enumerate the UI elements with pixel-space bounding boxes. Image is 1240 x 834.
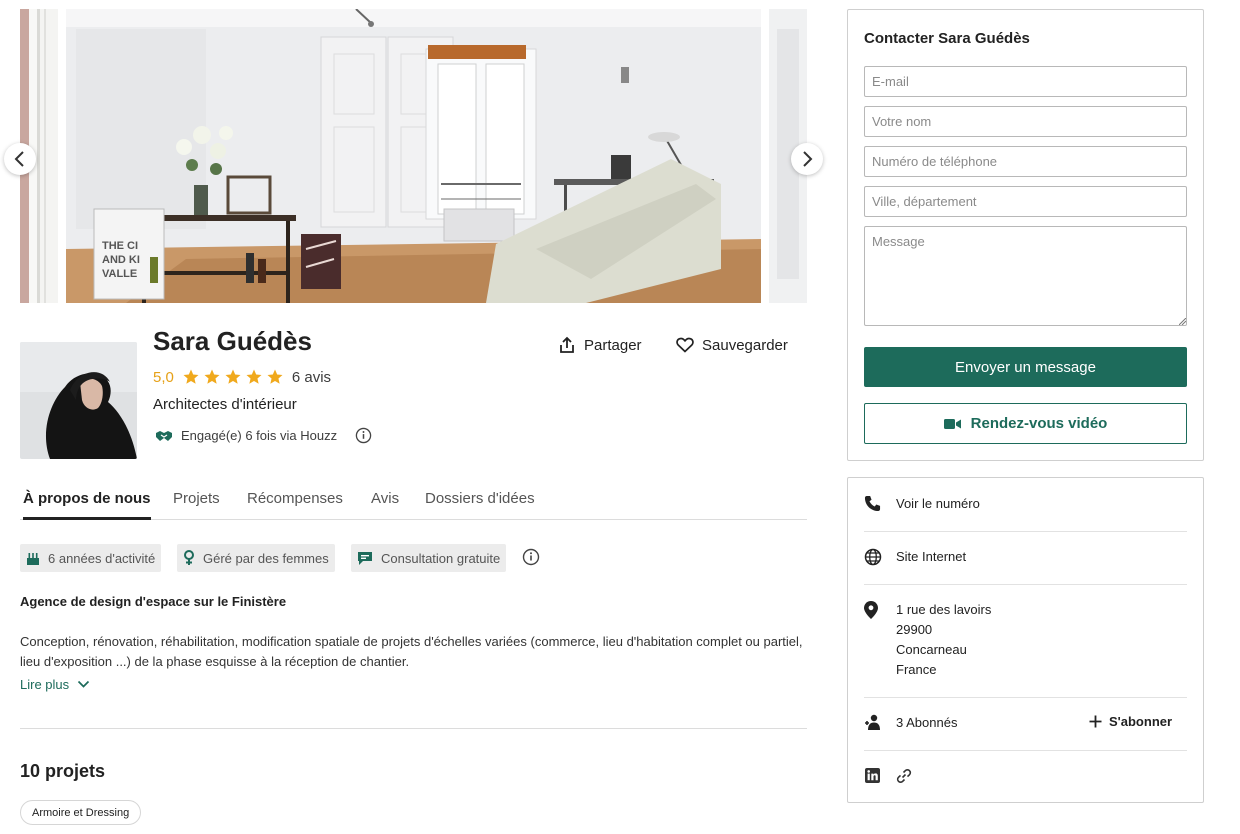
contact-form-card: Contacter Sara Guédès Envoyer un message…: [847, 9, 1204, 461]
star-icon: [204, 369, 220, 384]
heart-icon: [676, 337, 694, 353]
about-text: Conception, rénovation, réhabilitation, …: [20, 634, 803, 669]
chat-icon: [358, 551, 372, 565]
badge-label: Consultation gratuite: [381, 550, 501, 566]
divider: [864, 584, 1187, 585]
gallery-photo-main[interactable]: THE CI AND KI VALLE: [66, 9, 761, 303]
address-postcode: 29900: [896, 622, 933, 637]
tab-projects[interactable]: Projets: [173, 486, 220, 520]
gallery-prev-button[interactable]: [4, 143, 36, 175]
badge-women-owned: Géré par des femmes: [177, 544, 335, 572]
follow-button[interactable]: S'abonner: [1089, 714, 1172, 729]
video-appointment-label: Rendez-vous vidéo: [970, 415, 1108, 432]
read-more-link[interactable]: Lire plus: [20, 677, 90, 692]
phone-link[interactable]: Voir le numéro: [896, 494, 980, 514]
email-field[interactable]: [864, 66, 1187, 97]
pro-name: Sara Guédès: [153, 326, 312, 356]
projects-title: 10 projets: [20, 761, 106, 781]
handshake-icon: [156, 430, 172, 441]
linkedin-icon[interactable]: [865, 768, 880, 783]
video-appointment-button[interactable]: Rendez-vous vidéo: [864, 403, 1187, 444]
tab-reviews[interactable]: Avis: [371, 486, 399, 520]
video-camera-icon: [943, 418, 961, 429]
info-icon[interactable]: [522, 548, 540, 566]
address-country: France: [896, 662, 937, 677]
gallery-next-button[interactable]: [791, 143, 823, 175]
name-field[interactable]: [864, 106, 1187, 137]
rating-row[interactable]: 5,0 6 avis: [153, 366, 331, 388]
section-divider: [20, 728, 807, 729]
svg-text:THE CI: THE CI: [102, 240, 138, 252]
share-icon: [560, 336, 574, 353]
project-filter-chip[interactable]: Armoire et Dressing: [20, 800, 142, 825]
link-icon[interactable]: [896, 768, 912, 784]
save-button[interactable]: Sauvegarder: [676, 334, 788, 356]
badge-label: Géré par des femmes: [203, 550, 329, 566]
tab-about[interactable]: À propos de nous: [23, 486, 151, 520]
chevron-down-icon: [78, 680, 90, 688]
website-link[interactable]: Site Internet: [896, 547, 966, 567]
phone-row[interactable]: Voir le numéro: [864, 494, 1187, 517]
rating-stars: [182, 368, 284, 386]
address-row: 1 rue des lavoirs 29900 Concarneau Franc…: [864, 600, 1187, 680]
address: 1 rue des lavoirs 29900 Concarneau Franc…: [896, 600, 991, 680]
follow-label: S'abonner: [1109, 714, 1173, 729]
svg-text:VALLE: VALLE: [102, 268, 137, 280]
message-field[interactable]: [864, 226, 1187, 326]
star-icon: [267, 369, 283, 384]
info-icon[interactable]: [355, 427, 372, 444]
city-field[interactable]: [864, 186, 1187, 217]
phone-icon: [864, 495, 881, 512]
tab-awards[interactable]: Récompenses: [247, 486, 343, 520]
star-icon: [225, 369, 241, 384]
tab-ideabooks[interactable]: Dossiers d'idées: [425, 486, 535, 520]
cake-icon: [27, 552, 39, 565]
engaged-note: Engagé(e) 6 fois via Houzz: [155, 427, 372, 444]
website-row[interactable]: Site Internet: [864, 547, 1187, 571]
star-icon: [246, 369, 262, 384]
female-icon: [184, 550, 194, 565]
badge-years-active: 6 années d'activité: [20, 544, 162, 572]
photo-gallery: THE CI AND KI VALLE: [20, 9, 807, 303]
chevron-left-icon: [14, 151, 24, 167]
chevron-right-icon: [803, 151, 813, 167]
share-label: Partager: [584, 336, 642, 354]
send-message-button[interactable]: Envoyer un message: [864, 347, 1187, 387]
pro-category: Architectes d'intérieur: [153, 396, 297, 413]
review-count[interactable]: 6 avis: [292, 369, 331, 386]
svg-text:AND KI: AND KI: [102, 254, 140, 266]
phone-field[interactable]: [864, 146, 1187, 177]
contact-title: Contacter Sara Guédès: [864, 30, 1030, 47]
share-button[interactable]: Partager: [558, 334, 642, 356]
about-title: Agence de design d'espace sur le Finistè…: [20, 594, 287, 609]
badge-label: 6 années d'activité: [48, 550, 156, 566]
globe-icon: [864, 548, 882, 566]
address-city: Concarneau: [896, 642, 967, 657]
star-icon: [183, 369, 199, 384]
plus-icon: [1089, 715, 1102, 728]
read-more-label: Lire plus: [20, 677, 70, 692]
engaged-text: Engagé(e) 6 fois via Houzz: [181, 428, 338, 443]
followers-count: 3 Abonnés: [896, 715, 958, 730]
resize-grip-icon[interactable]: [1179, 318, 1186, 325]
save-label: Sauvegarder: [702, 336, 788, 354]
rating-value: 5,0: [153, 368, 174, 386]
divider: [864, 697, 1187, 698]
business-info-card: Voir le numéro Site Internet 1 rue des l…: [847, 477, 1204, 803]
location-pin-icon: [864, 601, 878, 619]
address-street: 1 rue des lavoirs: [896, 602, 992, 617]
divider: [864, 531, 1187, 532]
avatar: [20, 342, 137, 459]
badge-free-consultation: Consultation gratuite: [351, 544, 507, 572]
followers-icon: [865, 714, 880, 730]
divider: [864, 750, 1187, 751]
profile-tabs: À propos de nous Projets Récompenses Avi…: [20, 486, 807, 520]
